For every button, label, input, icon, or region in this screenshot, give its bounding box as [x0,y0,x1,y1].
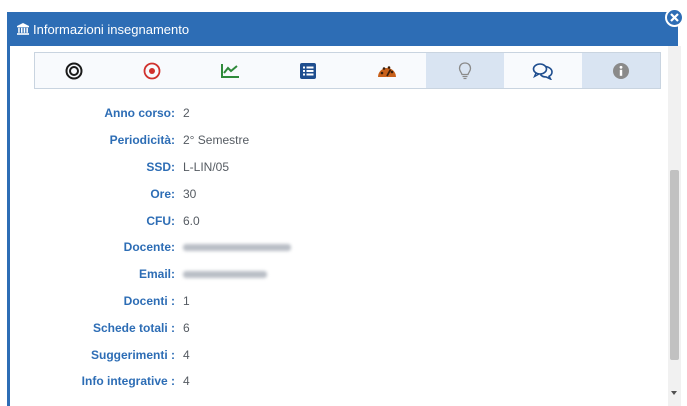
target-icon [65,62,83,79]
field-row-schede-totali: Schede totali : 6 [10,314,660,341]
comments-icon [532,62,553,80]
field-value: 30 [183,186,197,201]
field-row-info-integrative: Info integrative : 4 [10,368,660,395]
field-label: Ore: [150,186,175,201]
field-label: Email: [138,267,175,282]
redacted-value [183,240,291,254]
redacted-value [183,267,267,281]
field-label: Suggerimenti : [90,347,175,362]
line-chart-icon [221,63,240,78]
lightbulb-icon [458,61,471,79]
field-label: Periodicità: [109,133,175,148]
tab-program[interactable] [113,53,191,88]
tab-objectives[interactable] [35,53,113,88]
field-label: Docenti : [123,293,175,308]
field-value: 6 [183,320,190,335]
dashboard-icon [377,65,396,77]
field-value: 2 [183,106,190,121]
field-row-suggerimenti: Suggerimenti : 4 [10,341,660,368]
tab-suggestions[interactable] [425,53,504,88]
field-label: Schede totali : [92,320,175,335]
scroll-down-arrow-icon[interactable] [671,391,677,395]
info-icon [612,62,629,79]
field-value: 1 [183,293,190,308]
record-icon [143,62,161,79]
field-row-ore: Ore: 30 [10,180,660,207]
tab-list[interactable] [269,53,347,88]
dialog-title-bar: Informazioni insegnamento [10,12,675,46]
field-row-anno-corso: Anno corso: 2 [10,100,660,127]
info-dialog: Informazioni insegnamento Anno corso: 2 … [7,12,681,406]
tab-comments[interactable] [504,53,582,88]
field-row-docente: Docente: [10,234,660,261]
field-label: Anno corso: [104,106,175,121]
bank-icon [16,22,30,36]
field-row-cfu: CFU: 6.0 [10,207,660,234]
field-value: L-LIN/05 [183,159,230,174]
content-scrollbar[interactable] [668,46,681,406]
field-value: 4 [183,347,190,362]
section-toolbar [34,52,661,89]
field-value: 6.0 [183,213,200,228]
field-value: 4 [183,374,190,389]
field-row-ssd: SSD: L-LIN/05 [10,154,660,181]
field-label: Docente: [123,240,175,255]
scrollbar-thumb[interactable] [670,170,679,360]
tab-info[interactable] [581,53,660,88]
field-row-docenti: Docenti : 1 [10,288,660,315]
tab-dashboard[interactable] [348,53,426,88]
field-label: CFU: [146,213,175,228]
dialog-title: Informazioni insegnamento [33,21,190,37]
close-button[interactable] [665,8,684,27]
field-row-email: Email: [10,261,660,288]
field-value: 2° Semestre [183,133,250,148]
field-label: SSD: [146,159,175,174]
info-details: Anno corso: 2 Periodicità: 2° Semestre S… [10,100,660,395]
list-icon [300,62,317,79]
tab-stats[interactable] [191,53,269,88]
field-label: Info integrative : [81,374,175,389]
close-icon [670,13,679,22]
field-row-periodicita: Periodicità: 2° Semestre [10,127,660,154]
